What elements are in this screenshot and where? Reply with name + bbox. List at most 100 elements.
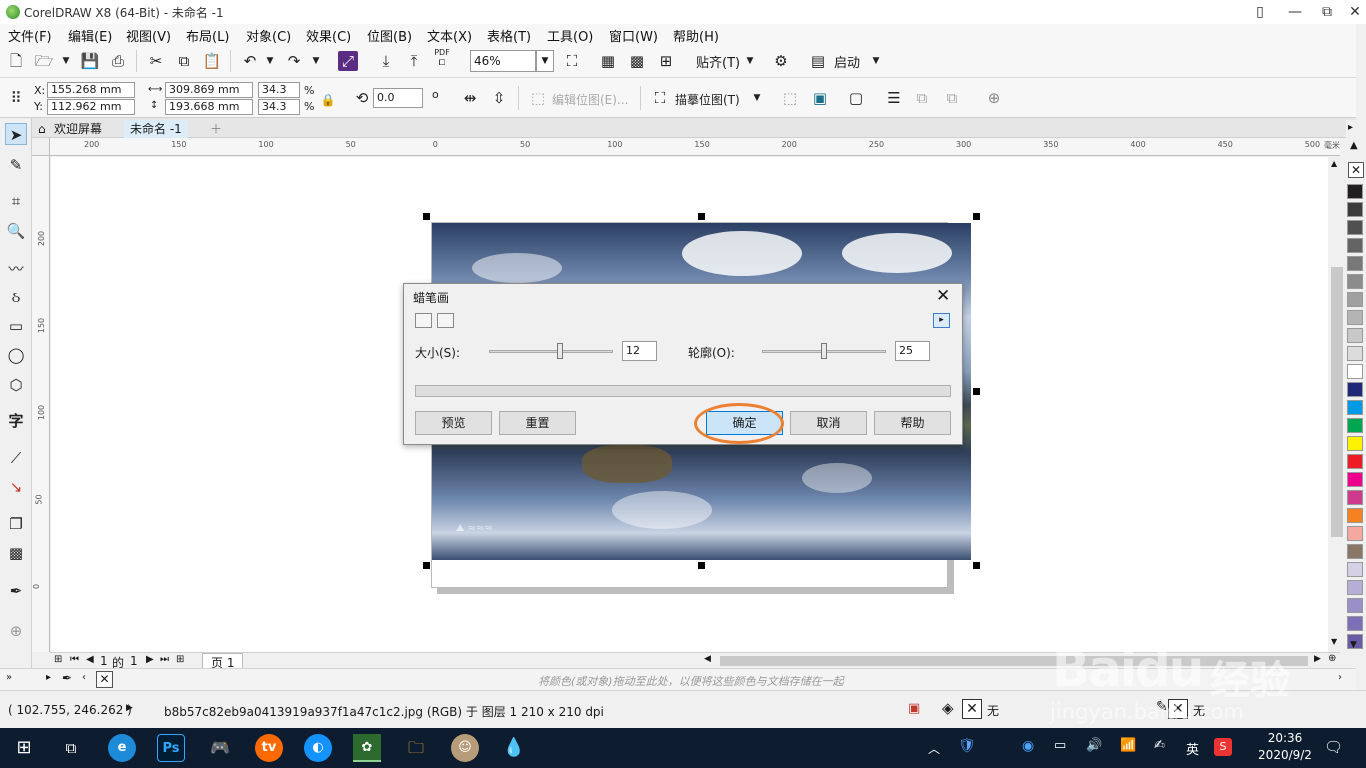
artistic-media-icon[interactable]: ઠ (5, 286, 27, 308)
color-swatch[interactable] (1347, 310, 1363, 325)
save-icon[interactable]: 💾 (80, 51, 100, 71)
cut-icon[interactable]: ✂ (146, 51, 166, 71)
scale-x-field[interactable]: 34.3 (258, 82, 300, 98)
freehand-tool-icon[interactable]: 〰 (5, 258, 27, 280)
close-button[interactable]: ✕ (1338, 0, 1366, 24)
launch-dropdown-icon[interactable]: ▼ (866, 51, 886, 71)
x-position-field[interactable]: 155.268 mm (47, 82, 135, 98)
menu-edit[interactable]: 编辑(E) (68, 26, 112, 45)
width-field[interactable]: 309.869 mm (165, 82, 253, 98)
color-swatch[interactable] (1347, 274, 1363, 289)
single-preview-icon[interactable] (437, 313, 454, 328)
color-swatch[interactable] (1347, 508, 1363, 523)
undo-dropdown-icon[interactable]: ▼ (260, 51, 280, 71)
size-value-field[interactable]: 12 (622, 341, 657, 361)
horizontal-ruler[interactable]: 200 150 100 50 0 50 100 150 200 250 300 350 400 450 50… (50, 138, 1340, 156)
doc-palette-arrow-icon[interactable]: ▸ (46, 672, 51, 683)
menu-tools[interactable]: 工具(O) (547, 26, 593, 45)
vertical-scrollbar[interactable]: ▲ ▼ (1328, 157, 1344, 652)
tray-volume-icon[interactable]: 🔊 (1086, 738, 1102, 753)
next-page-icon[interactable]: ▶ (146, 654, 154, 665)
menu-layout[interactable]: 布局(L) (186, 26, 229, 45)
paint-app-icon[interactable]: 💧 (500, 734, 528, 762)
drop-shadow-tool-icon[interactable]: ❐ (5, 513, 27, 535)
selection-handle[interactable] (423, 562, 430, 569)
outline-slider[interactable] (762, 343, 886, 359)
account-icon[interactable]: ▯ (1243, 0, 1277, 24)
menu-file[interactable]: 文件(F) (8, 26, 52, 45)
tray-date[interactable]: 2020/9/2 (1250, 748, 1320, 762)
color-swatch[interactable] (1347, 526, 1363, 541)
browser-icon[interactable]: ◐ (304, 734, 332, 762)
ruler-origin[interactable] (32, 138, 50, 156)
show-rulers-icon[interactable]: ▦ (598, 51, 618, 71)
export-icon[interactable]: ⤒ (404, 51, 424, 71)
tray-pen-icon[interactable]: ✍ (1154, 738, 1165, 753)
new-tab-plus-icon[interactable]: ＋ (204, 120, 228, 138)
tray-battery-icon[interactable]: ▭ (1054, 738, 1066, 753)
zoom-level-field[interactable]: 46% (470, 50, 536, 72)
expand-dialog-icon[interactable]: ▸ (933, 313, 950, 328)
redo-dropdown-icon[interactable]: ▼ (306, 51, 326, 71)
color-swatch[interactable] (1347, 400, 1363, 415)
doc-palette-no-color-icon[interactable]: ✕ (96, 671, 113, 688)
menu-bitmaps[interactable]: 位图(B) (367, 26, 412, 45)
doc-palette-expand-icon[interactable]: » (6, 672, 12, 683)
ie-browser-icon[interactable]: e (108, 734, 136, 762)
selection-handle[interactable] (973, 388, 980, 395)
add-icon[interactable]: ⊕ (984, 88, 1004, 108)
rotation-icon[interactable]: ⟲ (352, 88, 372, 108)
color-swatch[interactable] (1347, 292, 1363, 307)
mirror-horizontal-icon[interactable]: ⇹ (460, 88, 480, 108)
bitmap-color-mask-icon[interactable]: ☰ (884, 88, 904, 108)
paste-icon[interactable]: 📋 (202, 51, 222, 71)
trace-bitmap-button[interactable]: 描摹位图(T) (675, 91, 740, 108)
scale-y-field[interactable]: 34.3 (258, 99, 300, 115)
color-swatch[interactable] (1347, 562, 1363, 577)
resample-icon[interactable]: ▣ (810, 88, 830, 108)
publish-pdf-icon[interactable]: PDF ⧠ (432, 48, 452, 68)
color-swatch[interactable] (1347, 184, 1363, 199)
open-folder-icon[interactable]: 🗁 (34, 51, 54, 71)
options-gear-icon[interactable]: ⚙ (771, 51, 791, 71)
size-slider-thumb[interactable] (557, 343, 564, 359)
page-add-after-icon[interactable]: ⊞ (176, 654, 184, 665)
menu-table[interactable]: 表格(T) (487, 26, 531, 45)
outline-slider-thumb[interactable] (821, 343, 827, 359)
trace-bitmap-dropdown-icon[interactable]: ▼ (747, 88, 767, 108)
tray-wifi-icon[interactable]: 📶 (1120, 738, 1136, 753)
color-swatch[interactable] (1347, 580, 1363, 595)
color-swatch[interactable] (1347, 256, 1363, 271)
link-icon[interactable]: ⧉ (912, 88, 932, 108)
unlink-icon[interactable]: ⧉ (942, 88, 962, 108)
redo-icon[interactable]: ↷ (284, 51, 304, 71)
color-swatch[interactable] (1347, 418, 1363, 433)
lock-ratio-icon[interactable]: 🔒 (318, 90, 338, 110)
color-swatch[interactable] (1347, 202, 1363, 217)
tray-browser-icon[interactable]: ◉ (1022, 738, 1034, 754)
snap-dropdown-icon[interactable]: ▼ (740, 51, 760, 71)
color-proof-icon[interactable]: ▣ (908, 701, 920, 716)
launch-dropdown[interactable]: 启动 (834, 52, 860, 71)
doc-palette-eyedropper-icon[interactable]: ✒ (62, 671, 72, 685)
color-swatch[interactable] (1347, 346, 1363, 361)
crop-tool-icon[interactable]: ⌗ (5, 190, 27, 212)
vertical-scroll-thumb[interactable] (1331, 267, 1343, 537)
tray-sogou-icon[interactable]: S (1214, 738, 1232, 756)
dialog-close-icon[interactable]: ✕ (936, 286, 950, 306)
full-screen-icon[interactable]: ⛶ (562, 51, 582, 71)
palette-scroll-up-icon[interactable]: ▲ (1350, 140, 1358, 151)
new-document-icon[interactable]: 🗋 (6, 51, 26, 71)
zoom-tool-icon[interactable]: 🔍 (5, 220, 27, 242)
doc-palette-left-icon[interactable]: ‹ (82, 672, 86, 683)
selection-handle[interactable] (973, 562, 980, 569)
tray-chevron-icon[interactable]: ︿ (928, 740, 940, 757)
y-position-field[interactable]: 112.962 mm (47, 99, 135, 115)
crop-bitmap-icon[interactable]: ⬚ (780, 88, 800, 108)
selection-handle[interactable] (973, 213, 980, 220)
polygon-tool-icon[interactable]: ⬡ (5, 374, 27, 396)
height-field[interactable]: 193.668 mm (165, 99, 253, 115)
ellipse-tool-icon[interactable]: ◯ (5, 344, 27, 366)
rectangle-tool-icon[interactable]: ▭ (5, 315, 27, 337)
dimension-tool-icon[interactable]: ⟋ (5, 447, 27, 469)
